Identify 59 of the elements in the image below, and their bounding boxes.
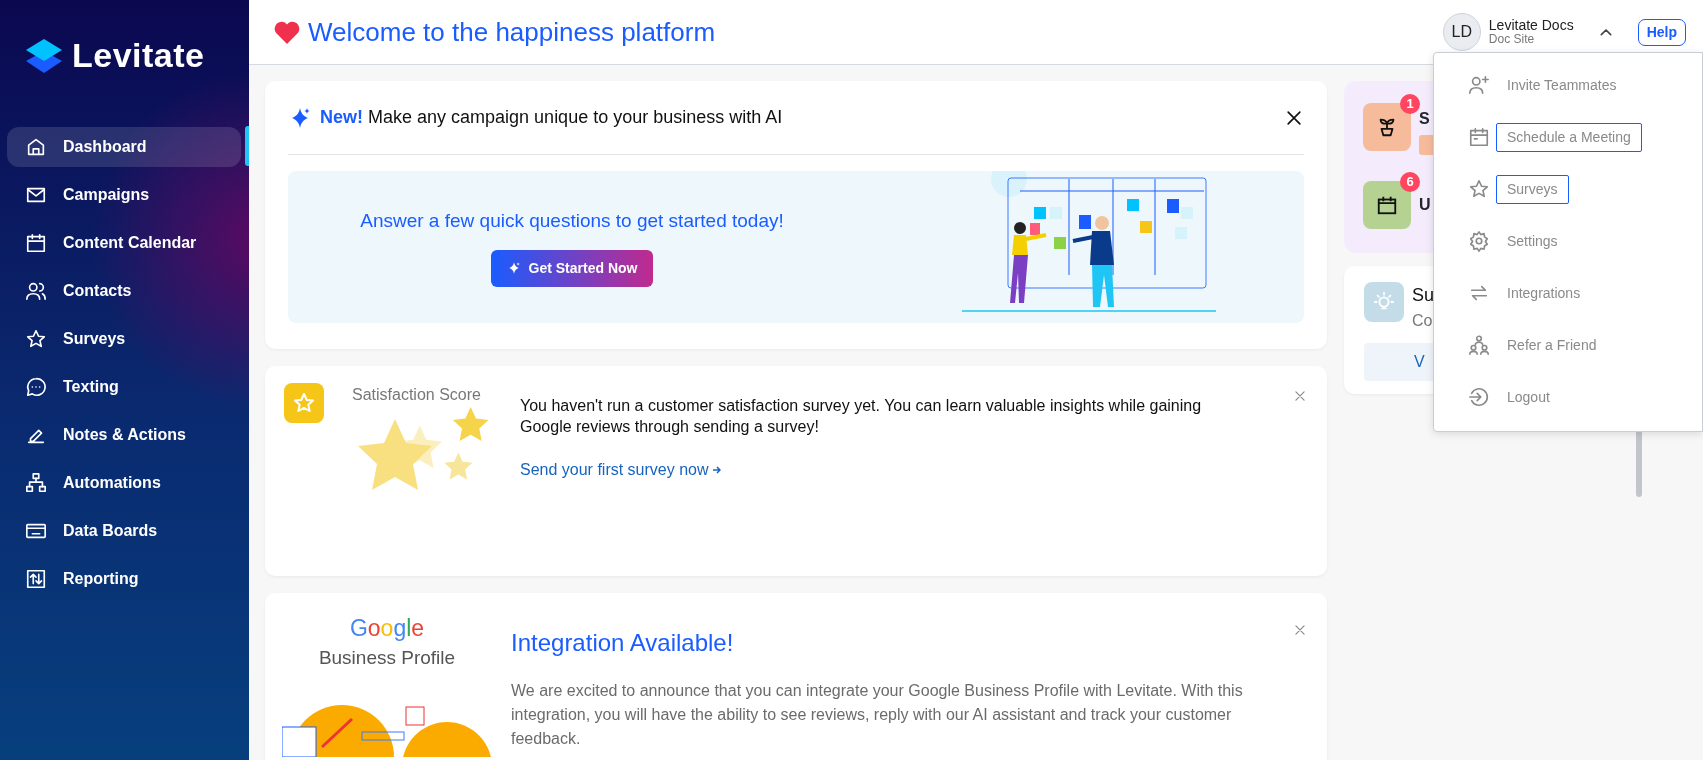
menu-item[interactable]: Settings <box>1496 226 1569 256</box>
logo-subtitle: Business Profile <box>318 646 456 670</box>
sidebar-item[interactable]: Notes & Actions <box>7 415 241 455</box>
chat-bubble-icon <box>25 376 47 398</box>
user-subtitle: Doc Site <box>1488 33 1536 47</box>
user-name: Levitate Docs <box>1488 17 1574 34</box>
tip-title: Su <box>1412 284 1435 307</box>
calendar-icon <box>1468 126 1490 148</box>
people-group-icon <box>1468 334 1490 356</box>
sidebar-item[interactable]: Reporting <box>7 559 241 599</box>
count-badge: 6 <box>1400 172 1420 192</box>
page-title: Welcome to the happiness platform <box>308 15 716 49</box>
sidebar-item[interactable]: Content Calendar <box>7 223 241 263</box>
help-button[interactable]: Help <box>1637 18 1686 46</box>
task-title: U <box>1419 195 1431 215</box>
promo-prompt: Answer a few quick questions to get started today! <box>360 209 784 234</box>
menu-item[interactable]: Schedule a Meeting <box>1496 122 1642 152</box>
sidebar-item[interactable]: Campaigns <box>7 175 241 215</box>
get-started-button[interactable]: Get Started Now <box>490 249 654 287</box>
add-person-icon <box>1468 74 1490 96</box>
sidebar-item[interactable]: Surveys <box>7 319 241 359</box>
google-logo: Google <box>349 617 425 640</box>
survey-title: Satisfaction Score <box>352 385 482 405</box>
sidebar-item[interactable]: Texting <box>7 367 241 407</box>
integration-title: Integration Available! <box>511 628 735 658</box>
tip-subtitle: Co <box>1412 311 1434 331</box>
settings-icon <box>1468 230 1490 252</box>
home-icon <box>25 136 47 158</box>
logo-icon <box>24 36 64 75</box>
menu-item[interactable]: Surveys <box>1496 174 1569 204</box>
heart-icon <box>274 20 300 44</box>
menu-item[interactable]: Refer a Friend <box>1496 330 1608 360</box>
star-badge-icon <box>284 383 324 423</box>
sidebar-item[interactable]: Dashboard <box>7 127 241 167</box>
sidebar-item[interactable]: Data Boards <box>7 511 241 551</box>
lightbulb-icon <box>1364 282 1404 322</box>
integration-message: We are excited to announce that you can integrate your Google Business Profile with Levitate. With this integration, you will have the ability to see reviews, reply with our AI assistant and track your customer feedback. <box>511 681 1244 749</box>
sidebar-item[interactable]: Automations <box>7 463 241 503</box>
task-title: S <box>1419 109 1431 129</box>
sidebar-item[interactable]: Contacts <box>7 271 241 311</box>
star-icon <box>25 328 47 350</box>
send-survey-link[interactable]: Send your first survey now <box>520 457 1240 482</box>
menu-item[interactable]: Integrations <box>1496 278 1592 308</box>
promo-headline: New! Make any campaign unique to your business with AI <box>320 106 783 129</box>
menu-item[interactable]: Logout <box>1496 382 1561 412</box>
count-badge: 1 <box>1400 94 1420 114</box>
logo-text: Levitate <box>72 35 205 76</box>
user-avatar[interactable]: LD <box>1442 13 1481 51</box>
star-icon <box>1468 178 1490 200</box>
hierarchy-icon <box>25 472 47 494</box>
logout-icon <box>1468 386 1490 408</box>
people-icon <box>25 280 47 302</box>
calendar-icon <box>25 232 47 254</box>
report-arrows-icon <box>25 568 47 590</box>
arrow-icon <box>712 466 721 475</box>
survey-message: You haven't run a customer satisfaction survey yet. You can learn valuable insights while gaining Google reviews through sending a survey! <box>520 396 1203 437</box>
active-indicator <box>245 126 249 166</box>
menu-item[interactable]: Invite Teammates <box>1496 70 1628 100</box>
calendar-icon <box>1376 194 1398 216</box>
